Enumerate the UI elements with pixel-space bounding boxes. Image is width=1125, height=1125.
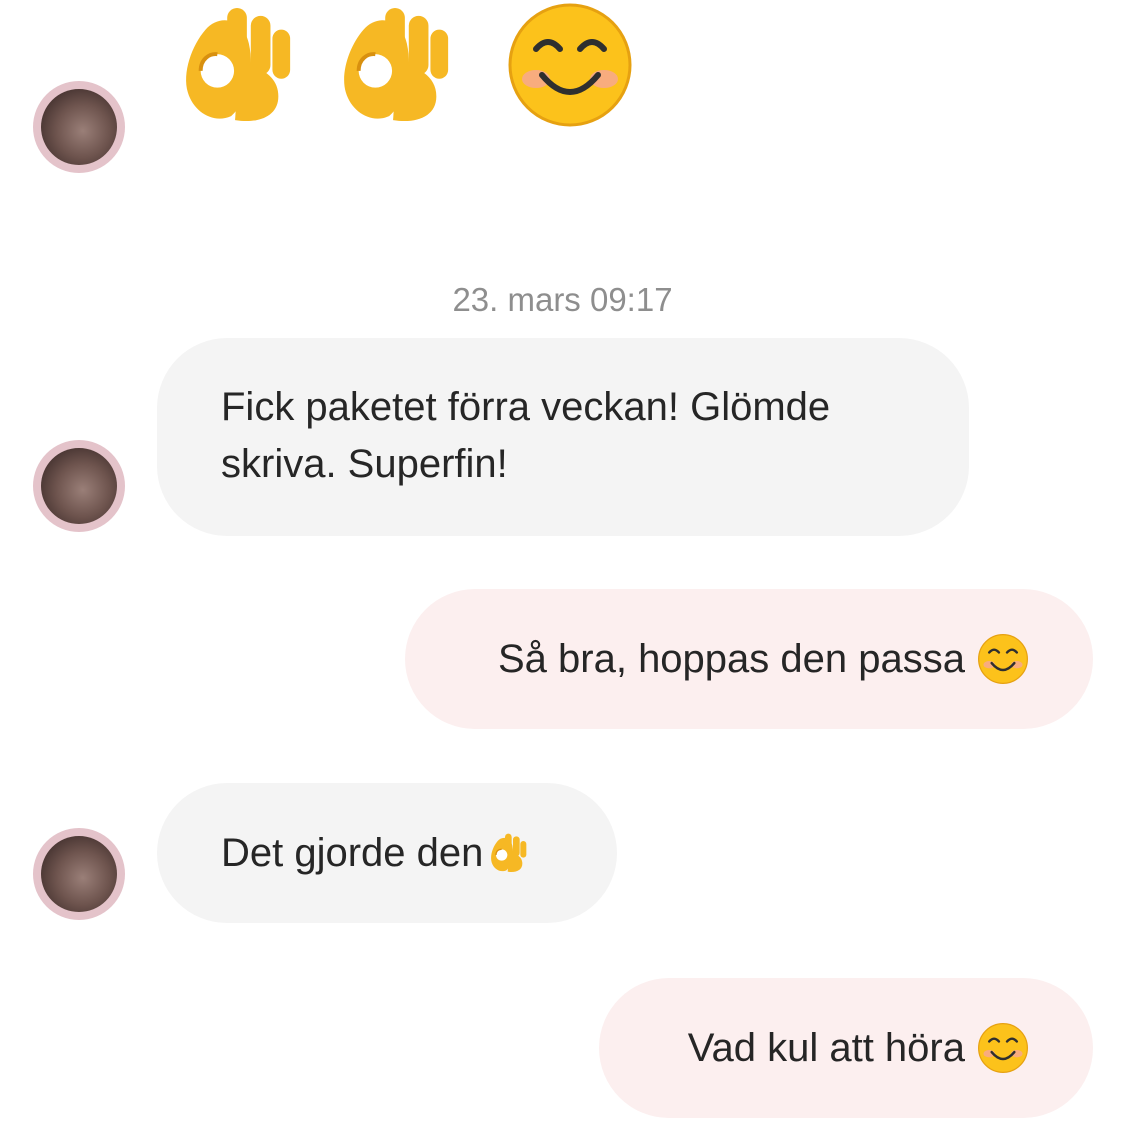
emoji-reaction-message[interactable]: [180, 0, 644, 130]
outgoing-message-bubble[interactable]: Vad kul att höra: [599, 978, 1093, 1118]
smiling-face-emoji: [977, 1022, 1029, 1074]
contact-avatar[interactable]: [33, 828, 125, 920]
smiling-face-emoji: [496, 1, 644, 129]
ok-hand-emoji: [342, 6, 451, 124]
message-text: Det gjorde den: [221, 830, 484, 875]
smiling-face-emoji: [977, 633, 1029, 685]
message-text-line: skriva. Superfin!: [221, 442, 508, 486]
incoming-message-bubble[interactable]: Fick paketet förra veckan! Glömde skriva…: [157, 338, 969, 536]
contact-avatar[interactable]: [33, 440, 125, 532]
contact-avatar[interactable]: [33, 81, 125, 173]
message-timestamp: 23. mars 09:17: [452, 281, 673, 318]
contact-photo: [41, 836, 117, 912]
message-text-line: Fick paketet förra veckan! Glömde: [221, 385, 831, 429]
ok-hand-emoji: [184, 6, 293, 124]
contact-photo: [41, 89, 117, 165]
outgoing-message-bubble[interactable]: Så bra, hoppas den passa: [405, 589, 1093, 729]
contact-photo: [41, 448, 117, 524]
ok-hand-emoji: [490, 833, 528, 873]
incoming-message-bubble[interactable]: Det gjorde den: [157, 783, 617, 923]
message-text: Vad kul att höra: [687, 1025, 965, 1070]
message-text: Så bra, hoppas den passa: [497, 636, 965, 681]
